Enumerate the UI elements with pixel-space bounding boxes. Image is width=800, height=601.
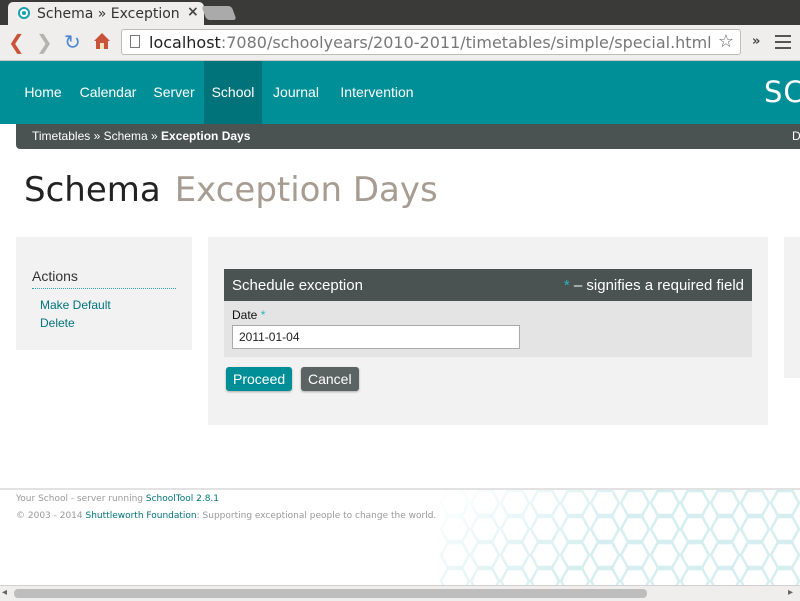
breadcrumb-right-text: D [792, 129, 800, 143]
delete-link[interactable]: Delete [40, 316, 75, 330]
horizontal-scrollbar[interactable]: ◂ ▸ [0, 585, 800, 601]
page-footer: Your School - server running SchoolTool … [0, 490, 800, 585]
required-star: * [260, 308, 266, 322]
extensions-overflow-icon[interactable]: » [752, 34, 760, 49]
back-arrow-icon[interactable]: ❮ [8, 31, 25, 53]
reload-icon[interactable]: ↻ [64, 31, 81, 53]
nav-home[interactable]: Home [16, 61, 70, 124]
footer-copyright-line: © 2003 - 2014 Shuttleworth Foundation: S… [16, 511, 437, 521]
actions-sidebar: Actions Make Default Delete [16, 237, 192, 350]
new-tab-button[interactable] [201, 6, 237, 20]
date-label: Date * [232, 308, 266, 322]
home-icon[interactable] [93, 32, 111, 50]
fieldset-header: Schedule exception * – signifies a requi… [224, 269, 752, 301]
nav-school[interactable]: School [204, 61, 262, 124]
tab-title: Schema » Exception D [37, 6, 182, 22]
forward-arrow-icon[interactable]: ❯ [36, 31, 53, 53]
date-input[interactable] [232, 325, 520, 349]
cancel-button[interactable]: Cancel [301, 367, 359, 391]
shuttleworth-link[interactable]: Shuttleworth Foundation [86, 511, 197, 521]
bookmark-star-icon[interactable]: ☆ [718, 31, 734, 52]
make-default-link[interactable]: Make Default [40, 298, 111, 312]
browser-menu-icon[interactable] [775, 35, 791, 49]
breadcrumb-current: Exception Days [161, 129, 251, 143]
hexagon-pattern-background [440, 490, 800, 585]
breadcrumb-separator: » [93, 129, 101, 143]
nav-server[interactable]: Server [146, 61, 202, 124]
nav-calendar[interactable]: Calendar [72, 61, 144, 124]
right-side-panel [784, 237, 800, 378]
actions-heading: Actions [32, 268, 176, 289]
main-content: Schedule exception * – signifies a requi… [208, 237, 768, 425]
browser-tab[interactable]: Schema » Exception D × [8, 2, 204, 25]
breadcrumb-separator: » [151, 129, 158, 143]
page-subtitle: Exception Days [174, 170, 438, 210]
required-star: * [563, 277, 570, 294]
page-title: Schema Exception Days [24, 170, 438, 210]
proceed-button[interactable]: Proceed [226, 367, 293, 391]
browser-tab-strip: Schema » Exception D × [0, 0, 800, 25]
footer-server-line: Your School - server running SchoolTool … [16, 494, 220, 504]
fieldset-legend: Schedule exception [232, 277, 363, 294]
schooltool-link[interactable]: SchoolTool 2.8.1 [146, 494, 219, 504]
browser-toolbar: ❮ ❯ ↻ localhost:7080/schoolyears/2010-20… [0, 25, 800, 61]
nav-journal[interactable]: Journal [264, 61, 328, 124]
fieldset-body: Date * [224, 301, 752, 357]
required-field-note: * – signifies a required field [563, 277, 744, 294]
scroll-left-icon[interactable]: ◂ [2, 587, 7, 598]
brand-logo[interactable]: SC [764, 75, 800, 109]
schooltool-favicon-icon [18, 7, 30, 19]
page-title-main: Schema [24, 170, 161, 210]
nav-intervention[interactable]: Intervention [330, 61, 424, 124]
site-header: Home Calendar Server School Journal Inte… [0, 61, 800, 124]
scrollbar-thumb[interactable] [14, 589, 647, 598]
scroll-right-icon[interactable]: ▸ [788, 587, 793, 598]
url-text[interactable]: localhost:7080/schoolyears/2010-2011/tim… [149, 33, 712, 52]
address-bar[interactable]: localhost:7080/schoolyears/2010-2011/tim… [121, 29, 741, 55]
tab-close-icon[interactable]: × [187, 4, 199, 20]
breadcrumb-schema[interactable]: Schema [104, 129, 148, 143]
breadcrumb: Timetables » Schema » Exception Days D [16, 124, 800, 149]
breadcrumb-timetables[interactable]: Timetables [32, 129, 90, 143]
page-icon [130, 35, 140, 48]
